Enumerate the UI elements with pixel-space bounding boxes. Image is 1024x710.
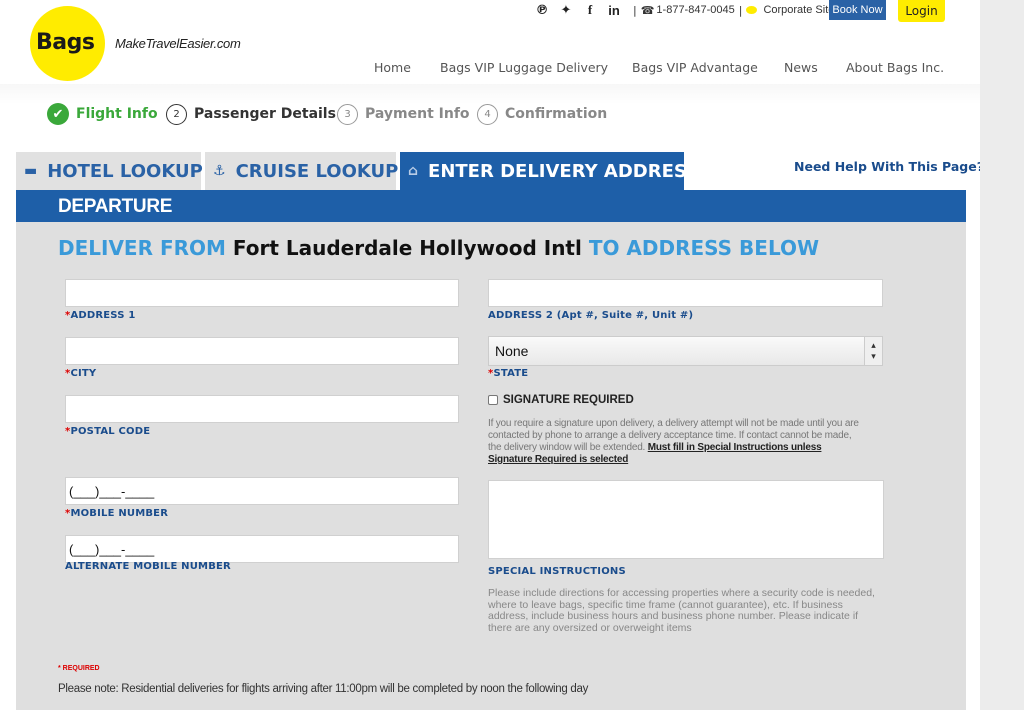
postal-code-label: *POSTAL CODE (65, 426, 151, 437)
state-label: *STATE (488, 368, 529, 379)
phone-icon: ☎ (640, 3, 655, 17)
city-label: *CITY (65, 368, 97, 379)
deliver-from-heading: DELIVER FROM Fort Lauderdale Hollywood I… (58, 236, 819, 260)
address1-input[interactable] (66, 280, 458, 306)
utility-bar: ℗ ✦ f in | ☎ 1-877-847-0045 | Corporate … (533, 0, 835, 20)
home-icon: ⌂ (408, 163, 419, 179)
header-divider (0, 84, 980, 104)
tab-cruise-lookup[interactable]: ⚓ CRUISE LOOKUP (205, 152, 399, 190)
airport-name: Fort Lauderdale Hollywood Intl (232, 236, 582, 260)
tab-enter-delivery-address[interactable]: ⌂ ENTER DELIVERY ADDRESS (400, 152, 699, 190)
tab-label: HOTEL LOOKUP (47, 160, 203, 182)
deliver-prefix: DELIVER FROM (58, 236, 226, 260)
step-number: 4 (477, 103, 498, 125)
nav-luggage-delivery[interactable]: Bags VIP Luggage Delivery (440, 60, 608, 75)
deliver-suffix: TO ADDRESS BELOW (588, 236, 820, 260)
mobile-number-field[interactable]: (___)___-____ (65, 477, 459, 505)
page-scroll-gutter (980, 0, 1024, 710)
state-value: None (495, 343, 529, 359)
address2-field[interactable] (488, 279, 883, 307)
address1-field[interactable] (65, 279, 459, 307)
separator: | (633, 3, 637, 17)
required-note: * REQUIRED (58, 665, 100, 672)
logo-text[interactable]: Bags (36, 30, 95, 55)
special-instructions-note: Please include directions for accessing … (488, 587, 875, 634)
special-instructions-field[interactable] (488, 480, 884, 559)
step-label: Passenger Details (194, 106, 336, 122)
tagline: MakeTravelEasier.com (115, 36, 241, 51)
special-instructions-input[interactable] (489, 481, 883, 558)
pinterest-icon[interactable]: ℗ (533, 2, 551, 18)
signature-required-row[interactable]: SIGNATURE REQUIRED (488, 394, 634, 406)
signature-note: If you require a signature upon delivery… (488, 418, 859, 465)
page: Bags MakeTravelEasier.com ℗ ✦ f in | ☎ 1… (0, 0, 984, 710)
tab-label: CRUISE LOOKUP (235, 160, 399, 182)
step-passenger-details: 2 Passenger Details (166, 102, 336, 126)
nav-about[interactable]: About Bags Inc. (846, 60, 944, 75)
select-arrows-icon: ▴ ▾ (864, 337, 882, 365)
alt-mobile-number-label: ALTERNATE MOBILE NUMBER (65, 561, 231, 572)
step-label: Payment Info (365, 106, 470, 122)
nav-vip-advantage[interactable]: Bags VIP Advantage (632, 60, 758, 75)
signature-required-checkbox[interactable] (488, 395, 498, 405)
step-confirmation: 4 Confirmation (477, 102, 607, 126)
book-now-button[interactable]: Book Now (829, 0, 886, 20)
panel-title: DEPARTURE (58, 196, 173, 217)
address2-input[interactable] (489, 280, 882, 306)
mobile-number-label: *MOBILE NUMBER (65, 508, 169, 519)
alt-mobile-mask: (___)___-____ (69, 542, 155, 557)
address2-label: ADDRESS 2 (Apt #, Suite #, Unit #) (488, 310, 694, 321)
linkedin-icon[interactable]: in (605, 2, 623, 18)
tab-label: ENTER DELIVERY ADDRESS (428, 160, 699, 182)
twitter-icon[interactable]: ✦ (557, 2, 575, 18)
tab-hotel-lookup[interactable]: ▬ HOTEL LOOKUP (16, 152, 203, 190)
facebook-icon[interactable]: f (581, 2, 599, 18)
address1-label: *ADDRESS 1 (65, 310, 136, 321)
step-number: 2 (166, 103, 187, 125)
phone-number[interactable]: 1-877-847-0045 (656, 4, 734, 16)
step-label: Confirmation (505, 106, 608, 122)
signature-required-label: SIGNATURE REQUIRED (503, 394, 634, 406)
alt-mobile-number-field[interactable]: (___)___-____ (65, 535, 459, 563)
state-select[interactable]: None ▴ ▾ (488, 336, 883, 366)
residential-delivery-note: Please note: Residential deliveries for … (58, 683, 589, 695)
bed-icon: ▬ (24, 163, 38, 179)
mobile-mask: (___)___-____ (69, 484, 155, 499)
step-number: 3 (337, 103, 358, 125)
city-input[interactable] (66, 338, 458, 364)
special-instructions-label: SPECIAL INSTRUCTIONS (488, 566, 626, 577)
postal-code-field[interactable] (65, 395, 459, 423)
step-payment-info: 3 Payment Info (337, 102, 470, 126)
nav-home[interactable]: Home (374, 60, 411, 75)
step-flight-info[interactable]: ✔ Flight Info (47, 102, 158, 126)
ship-icon: ⚓ (213, 163, 226, 179)
nav-news[interactable]: News (784, 60, 818, 75)
help-link[interactable]: Need Help With This Page? (794, 159, 984, 174)
check-icon: ✔ (47, 103, 69, 125)
separator: | (738, 3, 743, 17)
step-label: Flight Info (76, 106, 158, 122)
corporate-site-link[interactable]: Corporate Site (763, 4, 834, 16)
postal-code-input[interactable] (66, 396, 458, 422)
city-field[interactable] (65, 337, 459, 365)
login-button[interactable]: Login (898, 0, 945, 22)
bags-mini-logo-icon (746, 6, 758, 14)
